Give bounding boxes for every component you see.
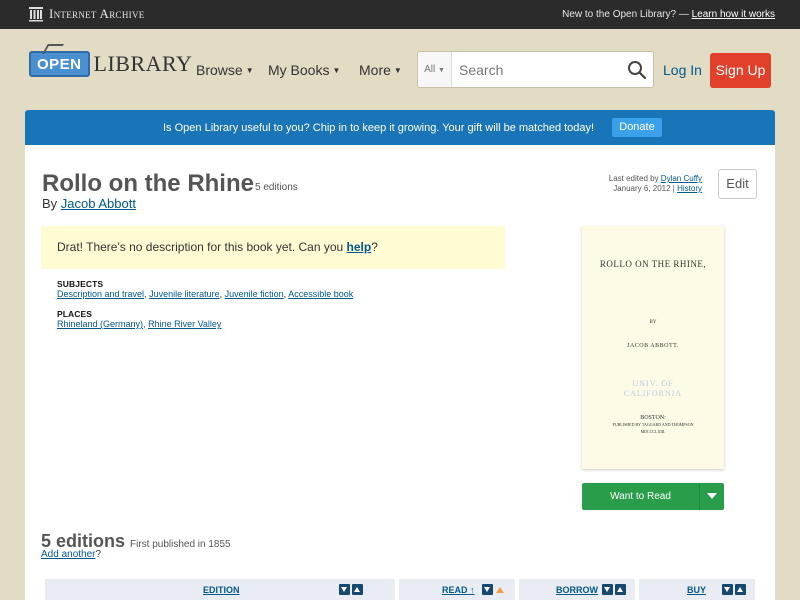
cover-library-stamp: CALIFORNIA: [623, 389, 683, 398]
internet-archive-logo[interactable]: Internet Archive: [28, 6, 145, 22]
cover-title: ROLLO ON THE RHINE,: [599, 259, 707, 269]
login-link[interactable]: Log In: [663, 62, 702, 78]
book-content: Rollo on the Rhine 5 editions By Jacob A…: [25, 145, 775, 600]
subject-link[interactable]: Juvenile literature: [149, 289, 220, 299]
reading-list-dropdown-icon[interactable]: [699, 483, 724, 510]
donate-banner: Is Open Library useful to you? Chip in t…: [25, 110, 775, 145]
want-to-read-label: Want to Read: [610, 491, 671, 502]
search-category-select[interactable]: All ▼: [418, 52, 452, 87]
chevron-down-icon: ▼: [437, 67, 445, 74]
subjects-list: Description and travel, Juvenile literat…: [57, 289, 354, 299]
book-cover[interactable]: ROLLO ON THE RHINE, BY JACOB ABBOTT. UNI…: [582, 226, 724, 469]
no-description-notice: Drat! There's no description for this bo…: [41, 226, 505, 269]
subjects-block: SUBJECTS Description and travel, Juvenil…: [57, 279, 353, 299]
logo-open-sign: OPEN: [29, 51, 90, 77]
nav-more-label: More: [359, 62, 391, 78]
subject-link[interactable]: Description and travel: [57, 289, 144, 299]
cover-publisher: PUBLISHED BY TAGGARD AND THOMPSON: [612, 422, 694, 427]
sort-borrow-link[interactable]: BORROW: [556, 585, 598, 595]
add-another: Add another?: [41, 549, 101, 560]
history-link[interactable]: History: [677, 184, 702, 193]
column-header-borrow: BORROW: [519, 579, 635, 600]
site-header: OPEN LIBRARY Browse ▼ My Books ▼ More ▼ All…: [0, 29, 800, 109]
cover-author: JACOB ABBOTT.: [627, 343, 679, 349]
nav-my-books[interactable]: My Books ▼: [268, 62, 340, 78]
sort-descending-icon[interactable]: [482, 584, 493, 595]
book-title: Rollo on the Rhine: [42, 170, 254, 197]
ia-new-user-prompt: New to the Open Library? — Learn how it …: [562, 9, 775, 20]
places-label: PLACES: [57, 309, 93, 319]
archive-building-icon: [29, 7, 43, 22]
cover-library-stamp: UNIV. OF: [632, 379, 674, 388]
search-bar: All ▼: [417, 51, 654, 88]
column-header-buy: BUY: [639, 579, 755, 600]
place-link[interactable]: Rhineland (Germany): [57, 319, 143, 329]
sort-ascending-icon[interactable]: [615, 584, 626, 595]
sort-buy-link[interactable]: BUY: [687, 585, 706, 595]
logo-library-text: LIBRARY: [93, 51, 193, 76]
sort-ascending-icon[interactable]: [352, 584, 363, 595]
signup-button[interactable]: Sign Up: [710, 53, 771, 88]
add-another-edition-link[interactable]: Add another: [41, 549, 96, 560]
edit-button[interactable]: Edit: [718, 169, 757, 199]
nav-browse-label: Browse: [196, 62, 243, 78]
learn-how-link[interactable]: Learn how it works: [692, 9, 775, 20]
nav-browse[interactable]: Browse ▼: [196, 62, 254, 78]
last-edited-user-link[interactable]: Dylan Cuffy: [661, 174, 702, 183]
sort-ascending-icon[interactable]: [735, 584, 746, 595]
sort-descending-icon[interactable]: [722, 584, 733, 595]
subjects-label: SUBJECTS: [57, 279, 104, 289]
chevron-down-icon: ▼: [332, 66, 341, 75]
subject-link[interactable]: Juvenile fiction: [225, 289, 284, 299]
editions-count: 5 editions: [255, 182, 298, 193]
place-link[interactable]: Rhine River Valley: [148, 319, 221, 329]
last-edited-info: Last edited by Dylan Cuffy January 6, 20…: [609, 174, 702, 194]
sort-descending-icon[interactable]: [602, 584, 613, 595]
search-icon[interactable]: [627, 60, 647, 80]
internet-archive-logo-text: Internet Archive: [49, 6, 145, 21]
want-to-read-button[interactable]: Want to Read: [582, 483, 724, 510]
sort-ascending-active-icon[interactable]: [494, 584, 505, 595]
by-label: By: [42, 196, 58, 211]
donate-banner-text: Is Open Library useful to you? Chip in t…: [163, 122, 595, 134]
search-category-label: All: [424, 64, 436, 75]
no-description-end: ?: [371, 240, 378, 254]
search-input[interactable]: [453, 52, 618, 87]
no-description-text: Drat! There's no description for this bo…: [57, 240, 347, 254]
sort-edition-link[interactable]: EDITION: [203, 585, 240, 595]
subject-link[interactable]: Accessible book: [288, 289, 353, 299]
nav-more[interactable]: More ▼: [359, 62, 402, 78]
byline: By Jacob Abbott: [42, 196, 136, 211]
column-header-read: READ ↑: [399, 579, 515, 600]
author-link[interactable]: Jacob Abbott: [61, 196, 136, 211]
cover-city: BOSTON:: [640, 415, 666, 421]
cover-by: BY: [649, 320, 657, 325]
last-edited-prefix: Last edited by: [608, 174, 659, 183]
last-edited-date: January 6, 2012 |: [613, 184, 675, 193]
help-link[interactable]: help: [347, 240, 372, 254]
chevron-down-icon: ▼: [245, 66, 254, 75]
sort-read-link[interactable]: READ ↑: [442, 585, 475, 595]
new-user-text: New to the Open Library? —: [562, 9, 692, 20]
places-list: Rhineland (Germany), Rhine River Valley: [57, 319, 222, 329]
sort-descending-icon[interactable]: [339, 584, 350, 595]
internet-archive-bar: Internet Archive New to the Open Library…: [0, 0, 800, 29]
donate-button[interactable]: Donate: [612, 118, 662, 137]
nav-my-books-label: My Books: [268, 62, 330, 78]
column-header-edition: EDITION: [45, 579, 395, 600]
add-another-suffix: ?: [95, 549, 102, 560]
chevron-down-icon: ▼: [393, 66, 402, 75]
open-library-logo[interactable]: OPEN LIBRARY: [29, 51, 192, 77]
places-block: PLACES Rhineland (Germany), Rhine River …: [57, 309, 221, 329]
cover-year: MDCCCLXIII.: [640, 429, 666, 434]
first-published: First published in 1855: [130, 539, 231, 550]
